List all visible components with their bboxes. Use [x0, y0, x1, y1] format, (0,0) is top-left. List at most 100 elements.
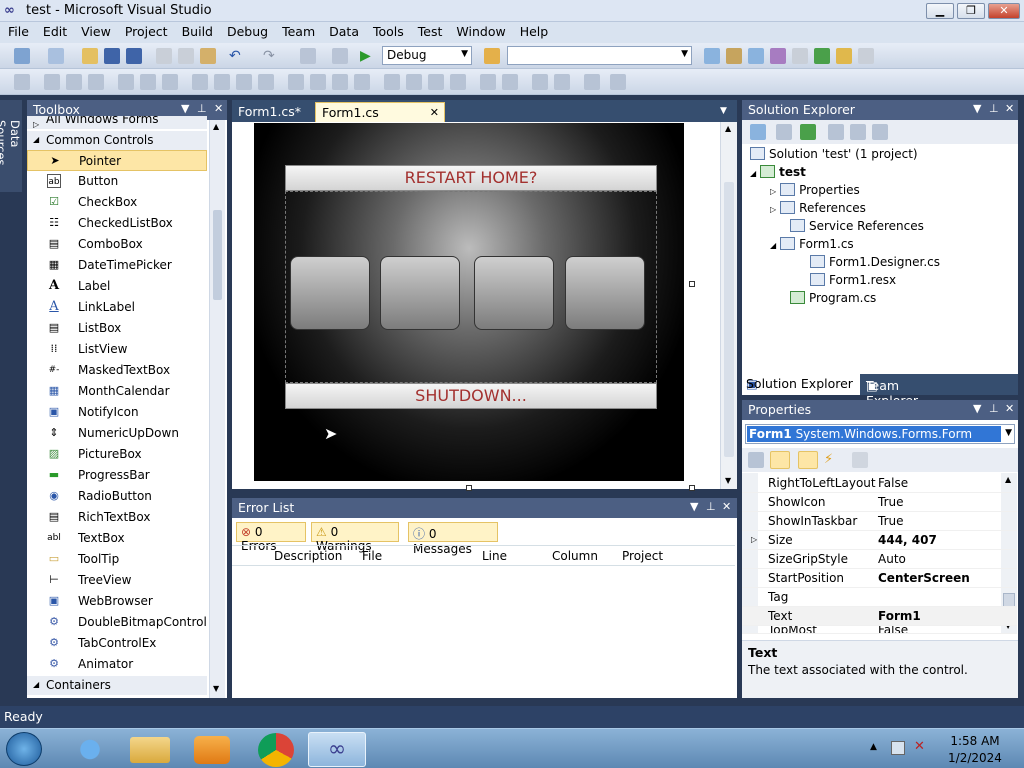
tree-solution[interactable]: Solution 'test' (1 project)	[750, 147, 918, 161]
toolbox-item-picturebox[interactable]: ▨ PictureBox	[27, 444, 207, 465]
center-horizontally-icon[interactable]	[480, 74, 496, 90]
form1-canvas[interactable]: RESTART HOME? SHUTDOWN...	[254, 123, 684, 481]
toolbox-item-checkedlistbox[interactable]: ☷ CheckedListBox	[27, 213, 207, 234]
menu-data[interactable]: Data	[321, 22, 365, 39]
toolbox-item-numericupdown[interactable]: ⇕ NumericUpDown	[27, 423, 207, 444]
close-icon[interactable]: ✕	[1005, 402, 1014, 415]
toolbox-item-tooltip[interactable]: ▭ ToolTip	[27, 549, 207, 570]
system-clock[interactable]: 1:58 AM 1/2/2024	[940, 734, 1010, 765]
increase-vertical-spacing-icon[interactable]	[406, 74, 422, 90]
alphabetical-icon[interactable]	[770, 451, 790, 469]
find-symbol-icon[interactable]	[704, 48, 720, 64]
align-rights-icon[interactable]	[88, 74, 104, 90]
align-tops-icon[interactable]	[118, 74, 134, 90]
start-debugging-icon[interactable]: ▶	[360, 48, 376, 64]
toolbox-item-combobox[interactable]: ▤ ComboBox	[27, 234, 207, 255]
property-row[interactable]: SizeGripStyle Auto	[742, 550, 1017, 569]
make-same-size-icon[interactable]	[236, 74, 252, 90]
toolbox-item-pointer[interactable]: ➤ Pointer	[27, 150, 207, 171]
scroll-down-icon[interactable]: ▼	[725, 476, 731, 485]
align-bottoms-icon[interactable]	[162, 74, 178, 90]
object-browser-icon[interactable]	[726, 48, 742, 64]
category-containers[interactable]: ◢ Containers	[27, 676, 207, 695]
tile-2[interactable]	[380, 256, 460, 330]
pin-icon[interactable]: ⊥	[706, 500, 716, 513]
internet-explorer-icon[interactable]	[64, 732, 116, 767]
properties-icon[interactable]	[750, 124, 766, 140]
remove-horizontal-spacing-icon[interactable]	[354, 74, 370, 90]
toolbox-item-progressbar[interactable]: ▬ ProgressBar	[27, 465, 207, 486]
align-to-grid-icon[interactable]	[14, 74, 30, 90]
restart-home-bar[interactable]: RESTART HOME?	[285, 165, 657, 191]
horizontal-spacing-icon[interactable]	[288, 74, 304, 90]
tile-3[interactable]	[474, 256, 554, 330]
properties-view-icon[interactable]	[798, 451, 818, 469]
property-row[interactable]: ▷ Size 444, 407	[742, 531, 1017, 550]
visual-studio-taskbar-icon[interactable]: ∞	[308, 732, 366, 767]
view-designer-icon[interactable]	[850, 124, 866, 140]
align-centers-icon[interactable]	[66, 74, 82, 90]
redo-icon[interactable]: ↷	[263, 48, 279, 64]
pin-icon[interactable]: ⊥	[197, 102, 207, 115]
category-all-windows-forms[interactable]: ▷ All Windows Forms	[27, 116, 207, 129]
menu-test[interactable]: Test	[410, 22, 449, 39]
vertical-spacing-icon[interactable]	[384, 74, 400, 90]
solution-explorer-icon[interactable]	[748, 48, 764, 64]
navigate-backward-icon[interactable]	[300, 48, 316, 64]
volume-muted-icon[interactable]: ✕	[914, 739, 925, 754]
toolbox-item-button[interactable]: ab Button	[27, 171, 207, 192]
menu-debug[interactable]: Debug	[219, 22, 274, 39]
pin-icon[interactable]: ⊥	[989, 402, 999, 415]
close-icon[interactable]: ✕	[722, 500, 731, 513]
save-icon[interactable]	[104, 48, 120, 64]
toolbox-item-maskedtextbox[interactable]: #- MaskedTextBox	[27, 360, 207, 381]
shutdown-bar[interactable]: SHUTDOWN...	[285, 383, 657, 409]
tree-form1-designer-cs[interactable]: Form1.Designer.cs	[810, 255, 940, 269]
toolbox-scrollbar[interactable]: ▲ ▼	[209, 120, 225, 698]
events-lightning-icon[interactable]: ⚡	[824, 452, 840, 468]
command-window-icon[interactable]	[858, 48, 874, 64]
scroll-up-icon[interactable]: ▲	[725, 124, 731, 133]
show-all-files-icon[interactable]	[776, 124, 792, 140]
toolbox-item-doublebitmapcontrol[interactable]: ⚙ DoubleBitmapControl	[27, 612, 207, 633]
find-combo[interactable]: ▼	[507, 46, 692, 65]
property-pages-icon[interactable]	[852, 452, 868, 468]
close-button[interactable]: ✕	[988, 3, 1020, 19]
column-file[interactable]: File	[362, 549, 382, 563]
tree-program-cs[interactable]: Program.cs	[790, 291, 876, 305]
toolbox-item-textbox[interactable]: abl TextBox	[27, 528, 207, 549]
tree-project-test[interactable]: ◢ test	[750, 165, 806, 179]
minimize-button[interactable]: ▁	[926, 3, 954, 19]
tab-order-icon[interactable]	[584, 74, 600, 90]
menu-view[interactable]: View	[73, 22, 117, 39]
toolbox-icon[interactable]	[792, 48, 808, 64]
property-row[interactable]: StartPosition CenterScreen	[742, 569, 1017, 588]
cut-icon[interactable]	[156, 48, 172, 64]
new-project-icon[interactable]	[14, 48, 30, 64]
errors-filter-button[interactable]: ⊗ 0 Errors	[236, 522, 306, 553]
solution-config-select[interactable]: Debug ▼	[382, 46, 472, 65]
network-icon[interactable]	[891, 741, 905, 755]
align-lefts-icon[interactable]	[44, 74, 60, 90]
property-row[interactable]: RightToLeftLayout False	[742, 474, 1017, 493]
toolbox-item-linklabel[interactable]: A LinkLabel	[27, 297, 207, 318]
toolbox-scroll-thumb[interactable]	[213, 210, 222, 300]
toolbox-item-label[interactable]: A Label	[27, 276, 207, 297]
messages-filter-button[interactable]: ⓘ 0 Messages	[408, 522, 498, 556]
menu-file[interactable]: File	[0, 22, 35, 39]
data-sources-side-tab[interactable]: Data Sources	[0, 100, 22, 192]
designer-scrollbar[interactable]: ▲ ▼	[720, 122, 737, 489]
property-row[interactable]: Tag	[742, 588, 1017, 607]
toolbox-item-radiobutton[interactable]: ◉ RadioButton	[27, 486, 207, 507]
toolbox-item-webbrowser[interactable]: ▣ WebBrowser	[27, 591, 207, 612]
expand-icon[interactable]: ▷	[751, 535, 757, 544]
menu-team[interactable]: Team	[274, 22, 321, 39]
tree-form1-resx[interactable]: Form1.resx	[810, 273, 896, 287]
resize-handle-bottom[interactable]	[466, 485, 472, 491]
toolbox-item-monthcalendar[interactable]: ▦ MonthCalendar	[27, 381, 207, 402]
footer-tab-solution-explorer[interactable]: ▣ Solution Explorer	[742, 374, 860, 395]
view-code-icon[interactable]	[828, 124, 844, 140]
copy-icon[interactable]	[178, 48, 194, 64]
category-common-controls[interactable]: ◢ Common Controls	[27, 131, 207, 150]
chevron-down-icon[interactable]: ▼	[973, 102, 981, 115]
